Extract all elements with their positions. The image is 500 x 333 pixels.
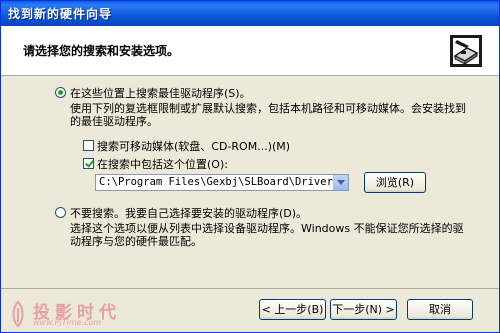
- pjtime-logo-icon: [12, 300, 24, 328]
- chevron-down-icon[interactable]: [333, 175, 348, 190]
- next-button[interactable]: 下一步(N) >: [330, 299, 397, 320]
- watermark-logo: 投影时代 www.PjTime.com: [9, 298, 129, 332]
- include-location-checkbox[interactable]: [83, 158, 94, 169]
- wizard-body: 在这些位置上搜索最佳驱动程序(S)。 使用下列的复选框限制或扩展默认搜索，包括本…: [1, 76, 499, 288]
- back-button[interactable]: < 上一步(B): [259, 299, 326, 320]
- title-bar[interactable]: 找到新的硬件向导: [1, 1, 499, 26]
- removable-media-checkbox[interactable]: [83, 140, 94, 151]
- dont-search-description: 选择这个选项以便从列表中选择设备驱动程序。Windows 不能保证您所选择的驱动…: [70, 222, 464, 248]
- include-location-label[interactable]: 在搜索中包括这个位置(O):: [97, 156, 228, 172]
- browse-button[interactable]: 浏览(R): [364, 172, 426, 193]
- search-best-description: 使用下列的复选框限制或扩展默认搜索，包括本机路径和可移动媒体。会安装找到的最佳驱…: [70, 102, 466, 128]
- location-path-combobox[interactable]: C:\Program Files\Gexbj\SLBoard\Driver: [95, 174, 349, 191]
- removable-media-label[interactable]: 搜索可移动媒体(软盘、CD-ROM...)(M): [97, 138, 290, 154]
- window-title: 找到新的硬件向导: [8, 7, 113, 21]
- wizard-window: 找到新的硬件向导 请选择您的搜索和安装选项。 在这些位置上搜索最佳驱动程序(S)…: [0, 0, 500, 333]
- search-best-label[interactable]: 在这些位置上搜索最佳驱动程序(S)。: [70, 85, 251, 101]
- dont-search-label[interactable]: 不要搜索。我要自己选择要安装的驱动程序(D)。: [70, 205, 307, 221]
- search-best-radio[interactable]: [55, 87, 66, 98]
- hardware-wizard-icon: [450, 35, 482, 67]
- wizard-header: 请选择您的搜索和安装选项。: [1, 26, 499, 76]
- cancel-button[interactable]: 取消: [407, 299, 473, 320]
- location-path-value: C:\Program Files\Gexbj\SLBoard\Driver: [99, 176, 333, 188]
- header-text: 请选择您的搜索和安装选项。: [23, 44, 180, 58]
- dont-search-radio[interactable]: [55, 207, 66, 218]
- watermark-url: www.PjTime.com: [33, 318, 102, 327]
